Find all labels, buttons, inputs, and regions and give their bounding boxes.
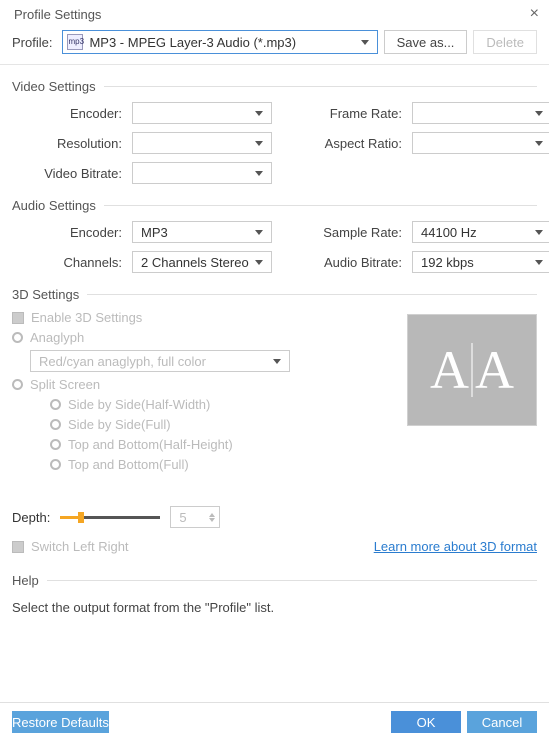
divider bbox=[47, 580, 537, 581]
divider bbox=[104, 86, 537, 87]
chevron-down-icon bbox=[255, 141, 263, 146]
frame-rate-label: Frame Rate: bbox=[282, 106, 402, 121]
3d-settings-header: 3D Settings bbox=[12, 287, 79, 302]
video-settings-header: Video Settings bbox=[12, 79, 96, 94]
learn-more-link[interactable]: Learn more about 3D format bbox=[374, 539, 537, 554]
help-text: Select the output format from the "Profi… bbox=[12, 596, 537, 615]
enable-3d-checkbox[interactable] bbox=[12, 312, 24, 324]
save-as-button[interactable]: Save as... bbox=[384, 30, 468, 54]
preview-right-a: A bbox=[475, 343, 514, 397]
close-icon[interactable]: × bbox=[530, 6, 539, 22]
encoder-label: Encoder: bbox=[12, 106, 122, 121]
resolution-dropdown[interactable] bbox=[132, 132, 272, 154]
chevron-down-icon bbox=[255, 111, 263, 116]
chevron-down-icon bbox=[535, 260, 543, 265]
sbs-full-radio bbox=[50, 419, 61, 430]
split-screen-label: Split Screen bbox=[30, 377, 100, 392]
depth-spinner[interactable]: 5 bbox=[170, 506, 220, 528]
ok-button[interactable]: OK bbox=[391, 711, 461, 733]
sample-rate-dropdown[interactable]: 44100 Hz bbox=[412, 221, 549, 243]
anaglyph-label: Anaglyph bbox=[30, 330, 84, 345]
tab-full-radio bbox=[50, 459, 61, 470]
channels-label: Channels: bbox=[12, 255, 122, 270]
resolution-label: Resolution: bbox=[12, 136, 122, 151]
chevron-down-icon bbox=[255, 171, 263, 176]
anaglyph-mode-dropdown: Red/cyan anaglyph, full color bbox=[30, 350, 290, 372]
chevron-down-icon bbox=[535, 230, 543, 235]
depth-slider[interactable] bbox=[60, 516, 160, 519]
chevron-down-icon bbox=[255, 260, 263, 265]
preview-left-a: A bbox=[430, 343, 473, 397]
restore-defaults-button[interactable]: Restore Defaults bbox=[12, 711, 109, 733]
window-title: Profile Settings bbox=[14, 7, 101, 22]
tab-half-radio bbox=[50, 439, 61, 450]
aspect-ratio-label: Aspect Ratio: bbox=[282, 136, 402, 151]
profile-dropdown[interactable]: mp3 MP3 - MPEG Layer-3 Audio (*.mp3) bbox=[62, 30, 377, 54]
channels-dropdown[interactable]: 2 Channels Stereo bbox=[132, 251, 272, 273]
depth-label: Depth: bbox=[12, 510, 50, 525]
audio-bitrate-label: Audio Bitrate: bbox=[282, 255, 402, 270]
aspect-ratio-dropdown[interactable] bbox=[412, 132, 549, 154]
mp3-icon: mp3 bbox=[67, 34, 83, 50]
chevron-down-icon bbox=[361, 40, 369, 45]
anaglyph-radio bbox=[12, 332, 23, 343]
chevron-down-icon bbox=[535, 141, 543, 146]
sample-rate-label: Sample Rate: bbox=[282, 225, 402, 240]
chevron-down-icon bbox=[255, 230, 263, 235]
profile-selected: MP3 - MPEG Layer-3 Audio (*.mp3) bbox=[89, 35, 360, 50]
frame-rate-dropdown[interactable] bbox=[412, 102, 549, 124]
audio-settings-header: Audio Settings bbox=[12, 198, 96, 213]
audio-encoder-dropdown[interactable]: MP3 bbox=[132, 221, 272, 243]
switch-lr-checkbox bbox=[12, 541, 24, 553]
spin-up-icon[interactable] bbox=[209, 513, 215, 517]
spin-down-icon[interactable] bbox=[209, 518, 215, 522]
profile-label: Profile: bbox=[12, 35, 52, 50]
audio-bitrate-dropdown[interactable]: 192 kbps bbox=[412, 251, 549, 273]
switch-lr-label: Switch Left Right bbox=[31, 539, 129, 554]
video-encoder-dropdown[interactable] bbox=[132, 102, 272, 124]
sbs-half-radio bbox=[50, 399, 61, 410]
audio-encoder-label: Encoder: bbox=[12, 225, 122, 240]
chevron-down-icon bbox=[273, 359, 281, 364]
chevron-down-icon bbox=[535, 111, 543, 116]
delete-button: Delete bbox=[473, 30, 537, 54]
cancel-button[interactable]: Cancel bbox=[467, 711, 537, 733]
split-screen-radio bbox=[12, 379, 23, 390]
video-bitrate-label: Video Bitrate: bbox=[12, 166, 122, 181]
slider-thumb[interactable] bbox=[78, 512, 84, 523]
video-bitrate-dropdown[interactable] bbox=[132, 162, 272, 184]
divider bbox=[87, 294, 537, 295]
help-header: Help bbox=[12, 573, 39, 588]
3d-preview: A A bbox=[407, 314, 537, 426]
enable-3d-label: Enable 3D Settings bbox=[31, 310, 142, 325]
divider bbox=[104, 205, 537, 206]
